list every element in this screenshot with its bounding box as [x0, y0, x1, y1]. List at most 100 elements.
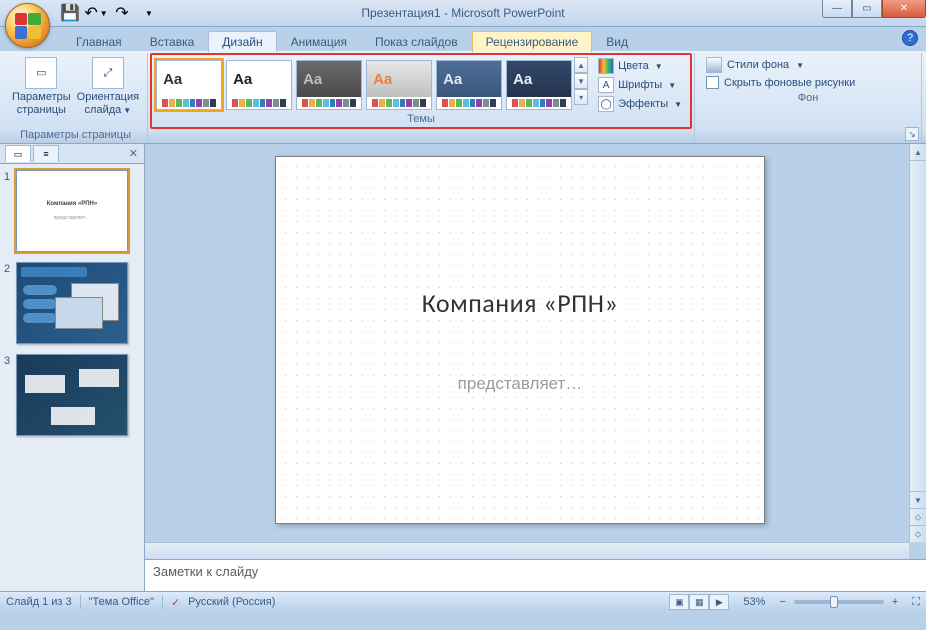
status-bar: Слайд 1 из 3 "Тема Office" ✓ Русский (Ро… [0, 591, 926, 612]
hide-background-checkbox[interactable]: Скрыть фоновые рисунки [706, 76, 910, 89]
editor-area: Компания «РПН» представляет… ▲ ▼ ⬦ ⬦ Зам… [145, 144, 926, 591]
undo-icon: ↶ [84, 3, 97, 23]
theme-colors-button[interactable]: Цвета▼ [594, 57, 686, 75]
sorter-view-button[interactable]: ▦ [689, 594, 709, 610]
maximize-button[interactable]: ▭ [852, 0, 882, 18]
theme-effects-button[interactable]: ◯ Эффекты▼ [594, 95, 686, 113]
thumb-canvas [16, 354, 128, 436]
theme-thumb-3[interactable]: Aa [366, 60, 432, 110]
spellcheck-icon[interactable]: ✓ [171, 596, 180, 609]
bg-styles-icon [706, 57, 722, 73]
title-bar: 💾 ↶▼ ↷ ▼ Презентация1 - Microsoft PowerP… [0, 0, 926, 27]
status-language[interactable]: Русский (Россия) [188, 596, 275, 608]
gallery-up-button[interactable]: ▲ [574, 57, 588, 73]
office-logo-icon [15, 13, 41, 39]
office-button[interactable] [5, 3, 50, 48]
tab-home[interactable]: Главная [62, 31, 136, 52]
slide-orientation-button[interactable]: ⤢ Ориентация слайда▼ [74, 55, 142, 118]
theme-thumb-0[interactable]: Aa [156, 60, 222, 110]
undo-button[interactable]: ↶▼ [84, 2, 108, 24]
tab-design[interactable]: Дизайн [208, 31, 276, 52]
tab-view[interactable]: Вид [592, 31, 642, 52]
canvas-area[interactable]: Компания «РПН» представляет… ▲ ▼ ⬦ ⬦ [145, 144, 926, 542]
theme-thumb-5[interactable]: Aa [506, 60, 572, 110]
status-slide: Слайд 1 из 3 [6, 596, 72, 608]
group-themes: AaAaAaAaAaAa ▲ ▼ ▾ Цвета▼ A Шрифты▼ ◯ Эф… [148, 53, 694, 143]
fit-to-window-button[interactable]: ⛶ [912, 596, 920, 609]
outline-tab-icon: ≡ [43, 149, 48, 159]
zoom-out-button[interactable]: − [779, 596, 785, 608]
theme-thumb-1[interactable]: Aa [226, 60, 292, 110]
chevron-down-icon: ▼ [100, 9, 108, 18]
bg-styles-label: Стили фона [727, 59, 789, 71]
group-background: Стили фона▼ Скрыть фоновые рисунки Фон ↘ [694, 53, 922, 143]
panel-tab-outline[interactable]: ≡ [33, 145, 59, 162]
zoom-percent[interactable]: 53% [743, 596, 765, 608]
scroll-up-button[interactable]: ▲ [910, 144, 926, 161]
redo-icon: ↷ [115, 3, 128, 23]
checkbox-icon [706, 76, 719, 89]
vertical-scrollbar[interactable]: ▲ ▼ ⬦ ⬦ [909, 144, 926, 542]
page-setup-button[interactable]: ▭ Параметры страницы [9, 55, 74, 118]
group-label-background: Фон [700, 91, 916, 106]
hide-bg-label: Скрыть фоновые рисунки [724, 77, 855, 89]
theme-thumb-2[interactable]: Aa [296, 60, 362, 110]
thumb-sub: представляет… [54, 215, 91, 221]
notes-pane[interactable]: Заметки к слайду [145, 559, 926, 591]
status-theme: "Тема Office" [89, 596, 154, 608]
next-slide-button[interactable]: ⬦ [910, 525, 926, 542]
panel-tab-slides[interactable]: ▭ [5, 145, 31, 162]
gallery-more-button[interactable]: ▾ [574, 89, 588, 105]
help-button[interactable]: ? [902, 30, 918, 46]
zoom-in-button[interactable]: + [892, 596, 898, 608]
page-setup-label: Параметры страницы [12, 91, 71, 116]
notes-placeholder: Заметки к слайду [153, 564, 258, 579]
tab-animation[interactable]: Анимация [277, 31, 361, 52]
save-button[interactable]: 💾 [58, 2, 82, 24]
effects-icon: ◯ [598, 96, 614, 112]
thumb-canvas: Компания «РПН» представляет… [16, 170, 128, 252]
tab-slideshow[interactable]: Показ слайдов [361, 31, 472, 52]
tab-insert[interactable]: Вставка [136, 31, 209, 52]
slideshow-view-button[interactable]: ▶ [709, 594, 729, 610]
background-styles-button[interactable]: Стили фона▼ [706, 57, 910, 73]
theme-options: Цвета▼ A Шрифты▼ ◯ Эффекты▼ [594, 57, 686, 113]
window-title: Презентация1 - Microsoft PowerPoint [361, 6, 564, 20]
close-button[interactable]: ✕ [882, 0, 926, 18]
panel-close-button[interactable]: ✕ [129, 147, 138, 160]
slide-subtitle-text[interactable]: представляет… [458, 374, 583, 394]
normal-view-button[interactable]: ▣ [669, 594, 689, 610]
help-icon: ? [907, 32, 913, 44]
scroll-down-button[interactable]: ▼ [910, 491, 926, 508]
slide-canvas[interactable]: Компания «РПН» представляет… [275, 156, 765, 524]
slide-thumb-3[interactable]: 3 [4, 354, 140, 436]
theme-fonts-button[interactable]: A Шрифты▼ [594, 76, 686, 94]
quick-access-toolbar: 💾 ↶▼ ↷ ▼ [58, 2, 160, 24]
minimize-button[interactable]: — [822, 0, 852, 18]
colors-icon [598, 58, 614, 74]
gallery-scroll: ▲ ▼ ▾ [574, 57, 588, 113]
slide-number: 3 [4, 354, 16, 367]
redo-button[interactable]: ↷ [110, 2, 134, 24]
tab-review[interactable]: Рецензирование [472, 31, 593, 52]
orientation-icon: ⤢ [92, 57, 124, 89]
qat-customize-button[interactable]: ▼ [136, 2, 160, 24]
panel-tabs: ▭ ≡ ✕ [0, 144, 144, 164]
slide-thumb-2[interactable]: 2 [4, 262, 140, 344]
slide-thumb-1[interactable]: 1 Компания «РПН» представляет… [4, 170, 140, 252]
gallery-down-button[interactable]: ▼ [574, 73, 588, 89]
zoom-thumb[interactable] [830, 596, 838, 608]
workspace: ▭ ≡ ✕ 1 Компания «РПН» представляет… 2 [0, 144, 926, 591]
prev-slide-button[interactable]: ⬦ [910, 508, 926, 525]
view-buttons: ▣ ▦ ▶ [669, 594, 729, 610]
theme-colors-label: Цвета [618, 60, 649, 72]
fonts-icon: A [598, 77, 614, 93]
zoom-slider[interactable] [794, 600, 884, 604]
group-label-themes: Темы [152, 112, 690, 127]
theme-thumb-4[interactable]: Aa [436, 60, 502, 110]
background-dialog-launcher[interactable]: ↘ [905, 127, 919, 141]
ribbon-tabs: Главная Вставка Дизайн Анимация Показ сл… [56, 27, 926, 51]
horizontal-scrollbar[interactable] [145, 542, 909, 559]
group-label-page-setup: Параметры страницы [9, 128, 142, 143]
slide-title-text[interactable]: Компания «РПН» [422, 287, 619, 319]
